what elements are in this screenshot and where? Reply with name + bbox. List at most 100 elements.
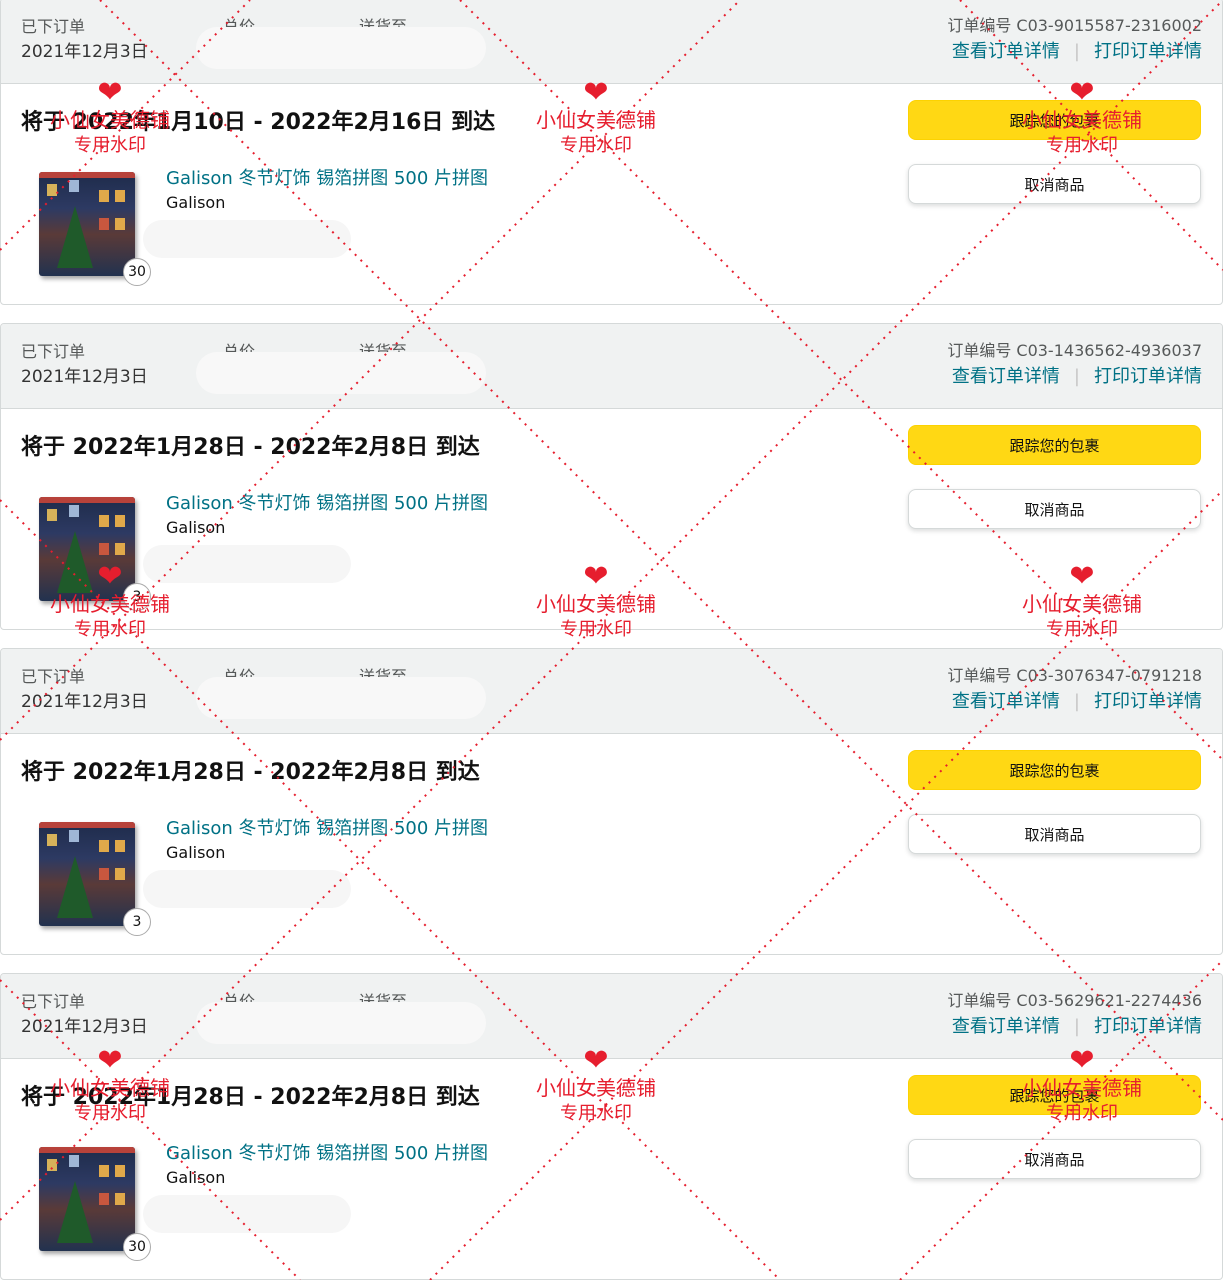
arrival-date: 将于 2022年1月28日 - 2022年2月8日 到达: [21, 1085, 480, 1110]
order-placed-date: 2021年12月3日: [21, 692, 148, 712]
order-placed-date: 2021年12月3日: [21, 367, 148, 387]
cancel-item-button[interactable]: 取消商品: [908, 814, 1201, 854]
link-separator: |: [1073, 1016, 1080, 1037]
track-package-button[interactable]: 跟踪您的包裹: [908, 750, 1201, 790]
thumb-window: [47, 184, 57, 196]
order-placed-label: 已下订单: [21, 342, 86, 361]
view-order-details-link[interactable]: 查看订单详情: [952, 1016, 1060, 1037]
order-body: 将于 2022年1月10日 - 2022年2月16日 到达 30 Galison…: [1, 84, 1222, 304]
redacted-field: [143, 545, 351, 583]
order-body: 将于 2022年1月28日 - 2022年2月8日 到达 3 Galison 冬…: [1, 409, 1222, 629]
order-body: 将于 2022年1月28日 - 2022年2月8日 到达 3 Galison 冬…: [1, 734, 1222, 954]
order-card: 已下订单 总价 送货至 2021年12月3日 订单编号 C03-5629621-…: [0, 973, 1223, 1280]
order-placed-label: 已下订单: [21, 992, 86, 1011]
thumb-window: [115, 840, 125, 852]
christmas-tree-icon: [57, 1181, 93, 1243]
product-brand: Galison: [166, 193, 226, 212]
thumb-window: [99, 1165, 109, 1177]
redacted-field: [196, 677, 486, 719]
view-order-details-link[interactable]: 查看订单详情: [952, 691, 1060, 712]
thumb-window: [115, 1165, 125, 1177]
redacted-field: [196, 1002, 486, 1044]
product-title-link[interactable]: Galison 冬节灯饰 锡箔拼图 500 片拼图: [166, 814, 488, 840]
cancel-item-button[interactable]: 取消商品: [908, 489, 1201, 529]
christmas-tree-icon: [57, 856, 93, 918]
order-card: 已下订单 总价 送货至 2021年12月3日 订单编号 C03-9015587-…: [0, 0, 1223, 305]
product-title-link[interactable]: Galison 冬节灯饰 锡箔拼图 500 片拼图: [166, 1139, 488, 1165]
quantity-badge: 30: [123, 1233, 151, 1261]
thumb-window: [69, 830, 79, 842]
thumb-window: [99, 543, 109, 555]
thumb-window: [99, 190, 109, 202]
cancel-item-button[interactable]: 取消商品: [908, 1139, 1201, 1179]
product-brand: Galison: [166, 518, 226, 537]
product-title-link[interactable]: Galison 冬节灯饰 锡箔拼图 500 片拼图: [166, 164, 488, 190]
cancel-item-button[interactable]: 取消商品: [908, 164, 1201, 204]
thumb-window: [115, 543, 125, 555]
product-thumbnail[interactable]: [39, 172, 135, 276]
link-separator: |: [1073, 366, 1080, 387]
view-order-details-link[interactable]: 查看订单详情: [952, 366, 1060, 387]
link-separator: |: [1073, 691, 1080, 712]
order-header: 已下订单 总价 送货至 2021年12月3日 订单编号 C03-1436562-…: [1, 324, 1222, 409]
order-links: 查看订单详情 | 打印订单详情: [952, 687, 1202, 713]
quantity-badge: 3: [123, 583, 151, 611]
print-order-details-link[interactable]: 打印订单详情: [1094, 366, 1202, 387]
thumb-roof: [39, 172, 135, 178]
order-links: 查看订单详情 | 打印订单详情: [952, 362, 1202, 388]
order-placed-date: 2021年12月3日: [21, 1017, 148, 1037]
order-card: 已下订单 总价 送货至 2021年12月3日 订单编号 C03-1436562-…: [0, 323, 1223, 630]
product-title-link[interactable]: Galison 冬节灯饰 锡箔拼图 500 片拼图: [166, 489, 488, 515]
thumb-roof: [39, 497, 135, 503]
christmas-tree-icon: [57, 531, 93, 593]
print-order-details-link[interactable]: 打印订单详情: [1094, 41, 1202, 62]
order-number: 订单编号 C03-9015587-2316002: [947, 16, 1202, 35]
product-thumbnail[interactable]: [39, 1147, 135, 1251]
thumb-window: [115, 515, 125, 527]
thumb-window: [115, 868, 125, 880]
order-placed-label: 已下订单: [21, 17, 86, 36]
thumb-window: [69, 180, 79, 192]
thumb-window: [99, 868, 109, 880]
print-order-details-link[interactable]: 打印订单详情: [1094, 691, 1202, 712]
order-body: 将于 2022年1月28日 - 2022年2月8日 到达 30 Galison …: [1, 1059, 1222, 1279]
order-number: 订单编号 C03-5629621-2274436: [947, 991, 1202, 1010]
product-thumbnail[interactable]: [39, 822, 135, 926]
thumb-window: [99, 218, 109, 230]
order-links: 查看订单详情 | 打印订单详情: [952, 37, 1202, 63]
order-card: 已下订单 总价 送货至 2021年12月3日 订单编号 C03-3076347-…: [0, 648, 1223, 955]
order-header: 已下订单 总价 送货至 2021年12月3日 订单编号 C03-5629621-…: [1, 974, 1222, 1059]
order-header: 已下订单 总价 送货至 2021年12月3日 订单编号 C03-9015587-…: [1, 0, 1222, 84]
thumb-window: [69, 1155, 79, 1167]
print-order-details-link[interactable]: 打印订单详情: [1094, 1016, 1202, 1037]
order-placed-date: 2021年12月3日: [21, 42, 148, 62]
thumb-window: [99, 515, 109, 527]
thumb-window: [99, 840, 109, 852]
arrival-date: 将于 2022年1月28日 - 2022年2月8日 到达: [21, 760, 480, 785]
thumb-window: [115, 1193, 125, 1205]
arrival-date: 将于 2022年1月28日 - 2022年2月8日 到达: [21, 435, 480, 460]
thumb-window: [99, 1193, 109, 1205]
redacted-field: [143, 870, 351, 908]
thumb-window: [47, 509, 57, 521]
track-package-button[interactable]: 跟踪您的包裹: [908, 100, 1201, 140]
thumb-roof: [39, 1147, 135, 1153]
quantity-badge: 30: [123, 258, 151, 286]
order-header: 已下订单 总价 送货至 2021年12月3日 订单编号 C03-3076347-…: [1, 649, 1222, 734]
product-brand: Galison: [166, 843, 226, 862]
redacted-field: [143, 220, 351, 258]
thumb-roof: [39, 822, 135, 828]
view-order-details-link[interactable]: 查看订单详情: [952, 41, 1060, 62]
arrival-date: 将于 2022年1月10日 - 2022年2月16日 到达: [21, 110, 496, 135]
order-links: 查看订单详情 | 打印订单详情: [952, 1012, 1202, 1038]
order-number: 订单编号 C03-1436562-4936037: [947, 341, 1202, 360]
product-thumbnail[interactable]: [39, 497, 135, 601]
quantity-badge: 3: [123, 908, 151, 936]
thumb-window: [47, 1159, 57, 1171]
link-separator: |: [1073, 41, 1080, 62]
order-number: 订单编号 C03-3076347-0791218: [947, 666, 1202, 685]
redacted-field: [196, 352, 486, 394]
track-package-button[interactable]: 跟踪您的包裹: [908, 1075, 1201, 1115]
track-package-button[interactable]: 跟踪您的包裹: [908, 425, 1201, 465]
product-brand: Galison: [166, 1168, 226, 1187]
